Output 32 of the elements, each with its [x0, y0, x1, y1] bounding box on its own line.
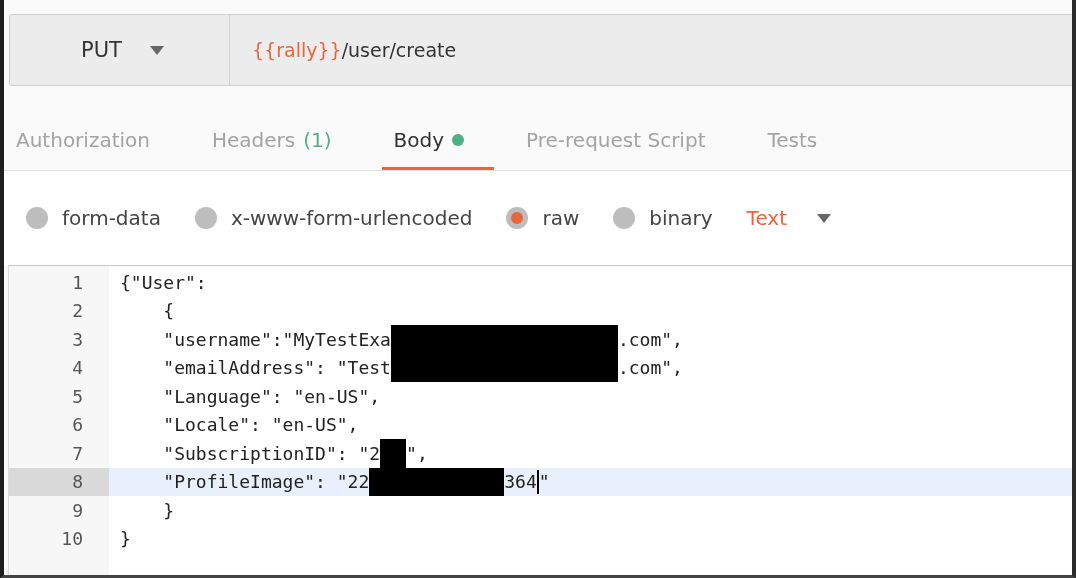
radio-button[interactable]: [26, 207, 48, 229]
code-text: }: [162, 499, 175, 521]
radio-button[interactable]: [194, 207, 217, 229]
code-text: "Locale": "en-US",: [162, 414, 359, 436]
code-text: }: [120, 528, 131, 550]
radio-label: raw: [542, 206, 580, 230]
code-text: .com",: [617, 357, 683, 379]
radio-label: binary: [649, 206, 713, 230]
code-editor[interactable]: 1 {"User": 2 { 3 "username":"MyTestExa .com", 4 "emailAddress": "Test .com", 5 "Language": "en-US", 6 "Locale": "en-US", 7 "SubscriptionID": "2 ", 8 "ProfileImage": "22 364" 9 } 10 }: [8, 265, 1072, 575]
code-text: ": [538, 471, 550, 493]
code-text: {: [162, 300, 175, 322]
code-text: {"User":: [120, 271, 207, 293]
code-text: ",: [406, 442, 428, 464]
line-number: 8: [9, 467, 109, 496]
radio-button[interactable]: [506, 207, 529, 229]
text-cursor: [536, 469, 539, 494]
radio-label: form-data: [62, 206, 161, 230]
code-text: "username":"MyTestExa: [162, 328, 391, 350]
request-tab[interactable]: Headers (1): [199, 112, 362, 170]
request-tab[interactable]: Authorization: [4, 112, 180, 170]
code-text: "SubscriptionID": "2: [162, 442, 381, 464]
caret-icon: [817, 213, 831, 223]
format-dropdown[interactable]: Text: [746, 206, 831, 230]
radio-label: x-www-form-urlencoded: [230, 206, 473, 230]
code-text: "ProfileImage": "22: [162, 471, 370, 493]
code-text: "Language": "en-US",: [162, 385, 381, 407]
request-tab[interactable]: Pre-request Script: [514, 112, 736, 170]
radio-button[interactable]: [613, 207, 636, 229]
code-text: 364: [504, 471, 537, 493]
code-text: .com",: [617, 328, 683, 350]
request-tab[interactable]: Tests: [755, 112, 848, 170]
code-text: "emailAddress": "Test: [162, 357, 391, 379]
